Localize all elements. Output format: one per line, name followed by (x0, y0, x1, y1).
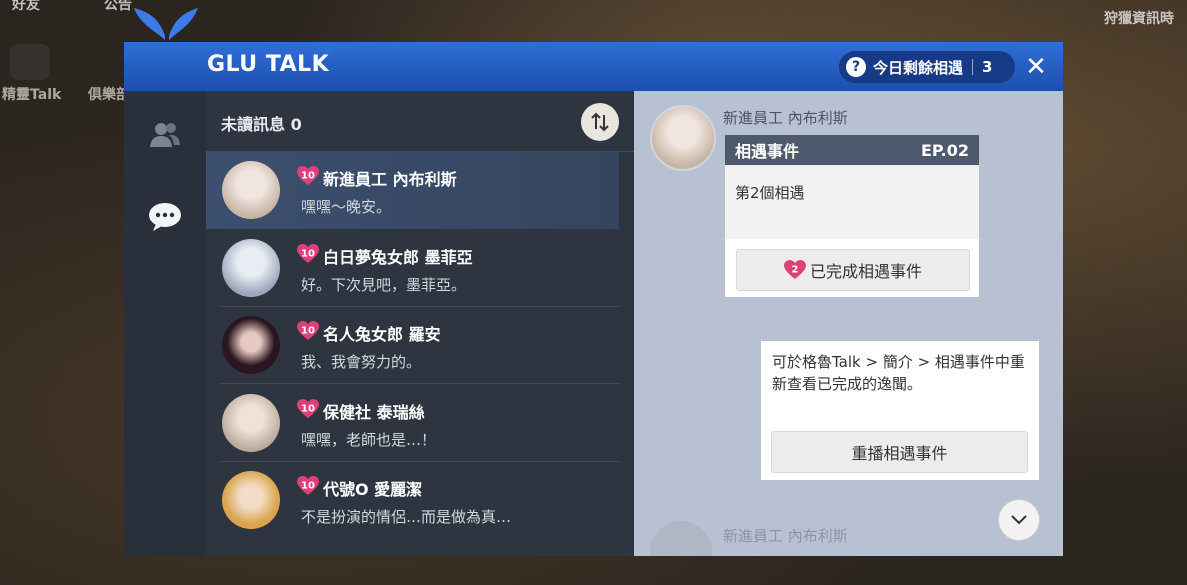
list-item[interactable]: 10 代號O 愛麗潔 不是扮演的情侶…而是做為真… (206, 462, 619, 539)
heart-badge-count: 2 (792, 265, 799, 276)
heart-level: 10 (301, 404, 315, 415)
titlebar: GLU TALK ? 今日剩餘相遇 3 ✕ (124, 42, 1063, 91)
counter-value: 3 (982, 58, 993, 76)
chat-panel[interactable]: 新進員工 內布利斯 相遇事件 EP.02 第2個相遇 2 已完成相遇事件 可於格… (634, 91, 1063, 556)
chevron-down-icon (1011, 515, 1027, 525)
sender-avatar (650, 105, 716, 171)
last-message: 嘿嘿～晚安。 (301, 198, 392, 216)
heart-level-icon: 10 (297, 166, 319, 185)
last-message: 嘿嘿，老師也是…！ (301, 431, 437, 449)
next-sender-name: 新進員工 內布利斯 (723, 527, 848, 545)
encounter-event-card: 相遇事件 EP.02 第2個相遇 2 已完成相遇事件 (725, 135, 979, 297)
people-icon (150, 123, 180, 147)
contact-name: 白日夢兔女郎 墨菲亞 (323, 248, 473, 267)
completed-event-label: 已完成相遇事件 (809, 262, 922, 281)
bg-talk-label: 精靈Talk (2, 87, 62, 103)
avatar (222, 394, 280, 452)
friends-tab[interactable] (146, 116, 184, 154)
scroll-down-button[interactable] (998, 499, 1040, 541)
app-title: GLU TALK (207, 52, 330, 77)
list-header: 未讀訊息 0 (206, 91, 634, 152)
list-item[interactable]: 10 白日夢兔女郎 墨菲亞 好。下次見吧，墨菲亞。 (206, 230, 619, 307)
heart-level: 10 (301, 326, 315, 337)
contact-name: 新進員工 內布利斯 (323, 170, 457, 189)
list-item[interactable]: 10 名人兔女郎 羅安 我、我會努力的。 (206, 307, 619, 384)
sender-name: 新進員工 內布利斯 (723, 109, 848, 127)
heart-badge-icon: 2 (783, 260, 806, 279)
bg-friends-label: 好友 (12, 0, 40, 13)
contact-name: 保健社 泰瑞絲 (323, 403, 425, 422)
unread-count: 未讀訊息 0 (221, 115, 302, 134)
encounter-counter[interactable]: ? 今日剩餘相遇 3 (839, 51, 1015, 83)
card-text: 第2個相遇 (735, 184, 805, 202)
avatar (222, 471, 280, 529)
system-note: 可於格魯Talk > 簡介 > 相遇事件中重新查看已完成的逸聞。 重播相遇事件 (761, 341, 1039, 480)
heart-level-icon: 10 (297, 321, 319, 340)
avatar (222, 239, 280, 297)
heart-level-icon: 10 (297, 399, 319, 418)
side-nav (124, 91, 206, 556)
sort-arrows-icon (591, 112, 609, 132)
heart-level: 10 (301, 249, 315, 260)
list-item[interactable]: 10 新進員工 內布利斯 嘿嘿～晚安。 (206, 152, 619, 229)
note-text: 可於格魯Talk > 簡介 > 相遇事件中重新查看已完成的逸聞。 (772, 353, 1025, 393)
heart-level: 10 (301, 171, 315, 182)
contact-name: 名人兔女郎 羅安 (323, 325, 441, 344)
counter-label: 今日剩餘相遇 (873, 58, 964, 77)
bg-notice-label: 公告 (104, 0, 132, 13)
heart-level-icon: 10 (297, 244, 319, 263)
list-item[interactable]: 10 保健社 泰瑞絲 嘿嘿，老師也是…！ (206, 385, 619, 462)
chat-bubble-icon (149, 203, 181, 231)
completed-event-button[interactable]: 2 已完成相遇事件 (736, 249, 970, 291)
replay-event-button[interactable]: 重播相遇事件 (771, 431, 1028, 473)
counter-divider (972, 59, 974, 75)
card-title: 相遇事件 (735, 142, 800, 161)
last-message: 好。下次見吧，墨菲亞。 (301, 276, 467, 294)
help-icon[interactable]: ? (846, 57, 866, 77)
last-message: 不是扮演的情侶…而是做為真… (301, 508, 512, 526)
contact-name: 代號O 愛麗潔 (323, 480, 423, 499)
heart-level-icon: 10 (297, 476, 319, 495)
card-episode: EP.02 (920, 140, 969, 160)
conversation-list: 未讀訊息 0 10 新進員工 內布利斯 嘿嘿～晚安。 10 白日夢兔女郎 墨菲亞… (206, 91, 634, 556)
card-body: 第2個相遇 (725, 165, 979, 239)
glu-talk-window: GLU TALK ? 今日剩餘相遇 3 ✕ 未讀訊息 0 10 新進員工 內布利… (124, 42, 1063, 556)
bg-talk-icon[interactable] (10, 44, 50, 80)
chat-tab[interactable] (146, 198, 184, 236)
avatar (222, 316, 280, 374)
next-sender-avatar (650, 521, 712, 556)
avatar (222, 161, 280, 219)
sort-button[interactable] (581, 103, 619, 141)
row-divider (221, 383, 619, 384)
bg-hunting-banner[interactable]: 狩獵資訊時 (1104, 8, 1174, 28)
card-header: 相遇事件 EP.02 (725, 135, 979, 165)
heart-level: 10 (301, 481, 315, 492)
last-message: 我、我會努力的。 (301, 353, 422, 371)
close-icon[interactable]: ✕ (1023, 54, 1049, 80)
